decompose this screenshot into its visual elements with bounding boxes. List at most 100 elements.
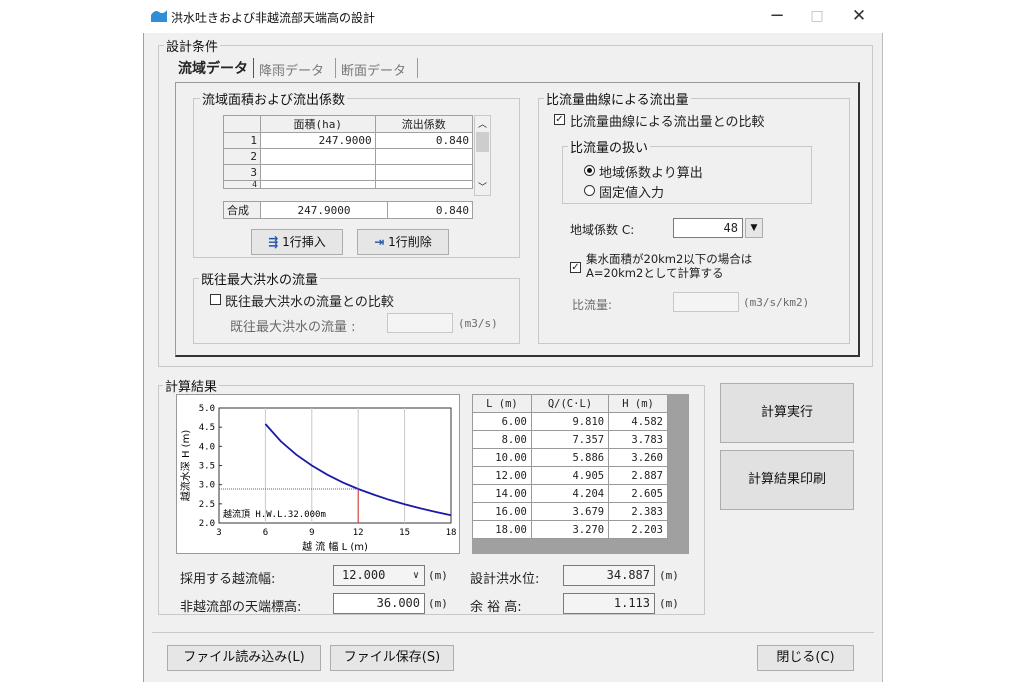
length-cell: 18.00 — [472, 520, 532, 539]
row-number: 2 — [223, 148, 261, 165]
close-button[interactable]: 閉じる(C) — [757, 645, 854, 671]
area-min-checkbox[interactable]: ✓ — [570, 262, 581, 273]
crest-label: 非越流部の天端標高: — [180, 600, 302, 615]
y-tick-label: 3.0 — [199, 481, 215, 491]
coef-cell[interactable] — [374, 180, 474, 189]
table-row[interactable]: 3 — [223, 164, 474, 181]
scroll-up-icon[interactable]: ︿ — [478, 117, 487, 130]
area-cell[interactable]: 247.9000 — [260, 132, 376, 149]
crest-input[interactable]: 36.000 — [333, 593, 425, 614]
maximize-button[interactable]: □ — [800, 4, 834, 30]
length-cell: 8.00 — [472, 430, 532, 449]
regional-coef-input[interactable]: 48 — [673, 218, 743, 238]
y-tick-label: 4.5 — [199, 423, 215, 433]
results-row: 8.00 7.357 3.783 — [472, 430, 668, 449]
delete-row-button[interactable]: ⇥ 1行削除 — [357, 229, 449, 255]
y-tick-label: 4.0 — [199, 442, 215, 452]
close-window-button[interactable]: ✕ — [842, 4, 876, 30]
tab-basin-data[interactable]: 流域データ — [178, 58, 248, 78]
depth-cell: 2.203 — [608, 520, 668, 539]
tab-divider — [335, 58, 336, 78]
minimize-button[interactable]: − — [760, 4, 794, 30]
delete-row-label: 1行削除 — [388, 235, 432, 249]
width-value: 12.000 — [342, 568, 386, 582]
table-row[interactable]: 4 — [223, 180, 474, 189]
area-cell[interactable] — [260, 164, 376, 181]
area-total-row: 合成 247.9000 0.840 — [223, 201, 473, 219]
max-flood-input[interactable] — [387, 313, 453, 333]
regional-coef-dropdown[interactable]: ▼ — [745, 218, 763, 238]
y-tick-label: 5.0 — [199, 404, 215, 414]
ratio-cell: 7.357 — [530, 430, 610, 449]
scroll-thumb[interactable] — [476, 132, 489, 152]
x-tick-label: 12 — [353, 528, 364, 538]
plot-area — [218, 407, 452, 524]
load-file-button[interactable]: ファイル読み込み(L) — [167, 645, 321, 671]
radio-fixed[interactable] — [584, 185, 595, 196]
ratio-cell: 4.204 — [530, 484, 610, 503]
length-cell: 6.00 — [472, 412, 532, 431]
specific-flow-group-label: 比流量曲線による流出量 — [544, 89, 691, 108]
column-header: 流出係数 — [374, 115, 474, 133]
length-cell: 10.00 — [472, 448, 532, 467]
radio-regional[interactable] — [584, 165, 595, 176]
area-table: 面積(ha) 流出係数 1 247.9000 0.840 2 3 4 — [223, 115, 474, 189]
depth-cell: 2.383 — [608, 502, 668, 521]
width-select[interactable]: 12.000 ∨ — [333, 565, 425, 586]
area-cell[interactable] — [260, 180, 376, 189]
y-tick-label: 3.5 — [199, 462, 215, 472]
footer-divider — [152, 632, 874, 633]
x-tick-label: 15 — [399, 528, 410, 538]
results-row: 10.00 5.886 3.260 — [472, 448, 668, 467]
width-unit: (m) — [428, 569, 448, 582]
insert-row-icon: ⇶ — [268, 235, 279, 249]
tab-divider — [253, 58, 254, 78]
save-file-button[interactable]: ファイル保存(S) — [330, 645, 454, 671]
coef-cell[interactable] — [374, 164, 474, 181]
results-row: 18.00 3.270 2.203 — [472, 520, 668, 539]
specific-flow-input[interactable] — [673, 292, 739, 312]
specific-flow-checkbox[interactable]: ✓ — [554, 114, 565, 125]
column-header: Q/(C·L) — [530, 394, 610, 413]
coef-cell[interactable]: 0.840 — [374, 132, 474, 149]
total-coef: 0.840 — [387, 201, 473, 219]
table-row[interactable]: 1 247.9000 0.840 — [223, 132, 474, 149]
crest-unit: (m) — [428, 597, 448, 610]
print-results-button[interactable]: 計算結果印刷 — [720, 450, 854, 510]
chevron-down-icon: ∨ — [412, 570, 419, 581]
x-tick-label: 18 — [446, 528, 457, 538]
chevron-down-icon: ▼ — [750, 223, 758, 233]
freeboard-label: 余 裕 高: — [470, 600, 522, 615]
window-title: 洪水吐きおよび非越流部天端高の設計 — [171, 11, 376, 25]
calculate-button[interactable]: 計算実行 — [720, 383, 854, 443]
depth-cell: 2.605 — [608, 484, 668, 503]
insert-row-label: 1行挿入 — [282, 235, 326, 249]
coef-cell[interactable] — [374, 148, 474, 165]
table-scrollbar[interactable]: ︿ ﹀ — [474, 115, 491, 196]
depth-cell: 3.783 — [608, 430, 668, 449]
ratio-cell: 4.905 — [530, 466, 610, 485]
ratio-cell: 5.886 — [530, 448, 610, 467]
tab-section-data[interactable]: 断面データ — [341, 60, 406, 79]
scroll-down-icon[interactable]: ﹀ — [478, 180, 487, 193]
results-group-label: 計算結果 — [163, 376, 220, 395]
max-flood-checkbox[interactable] — [210, 294, 221, 305]
table-row[interactable]: 2 — [223, 148, 474, 165]
y-tick-label: 2.5 — [199, 500, 215, 510]
insert-row-button[interactable]: ⇶ 1行挿入 — [251, 229, 343, 255]
flood-level-label: 設計洪水位: — [470, 572, 540, 587]
flood-level-value: 34.887 — [563, 565, 655, 586]
area-cell[interactable] — [260, 148, 376, 165]
area-min-note-2: A=20km2として計算する — [586, 266, 724, 280]
chart-annotation: 越流頂 H.W.L.32.000m — [223, 508, 326, 520]
depth-cell: 3.260 — [608, 448, 668, 467]
tab-rainfall-data[interactable]: 降雨データ — [259, 60, 324, 79]
ratio-cell: 3.270 — [530, 520, 610, 539]
ratio-cell: 9.810 — [530, 412, 610, 431]
specific-flow-check-label: 比流量曲線による流出量との比較 — [570, 115, 765, 130]
row-number: 1 — [223, 132, 261, 149]
tab-divider — [417, 58, 418, 78]
depth-cell: 4.582 — [608, 412, 668, 431]
max-flood-group-label: 既往最大洪水の流量 — [199, 269, 321, 288]
width-label: 採用する越流幅: — [180, 572, 276, 587]
